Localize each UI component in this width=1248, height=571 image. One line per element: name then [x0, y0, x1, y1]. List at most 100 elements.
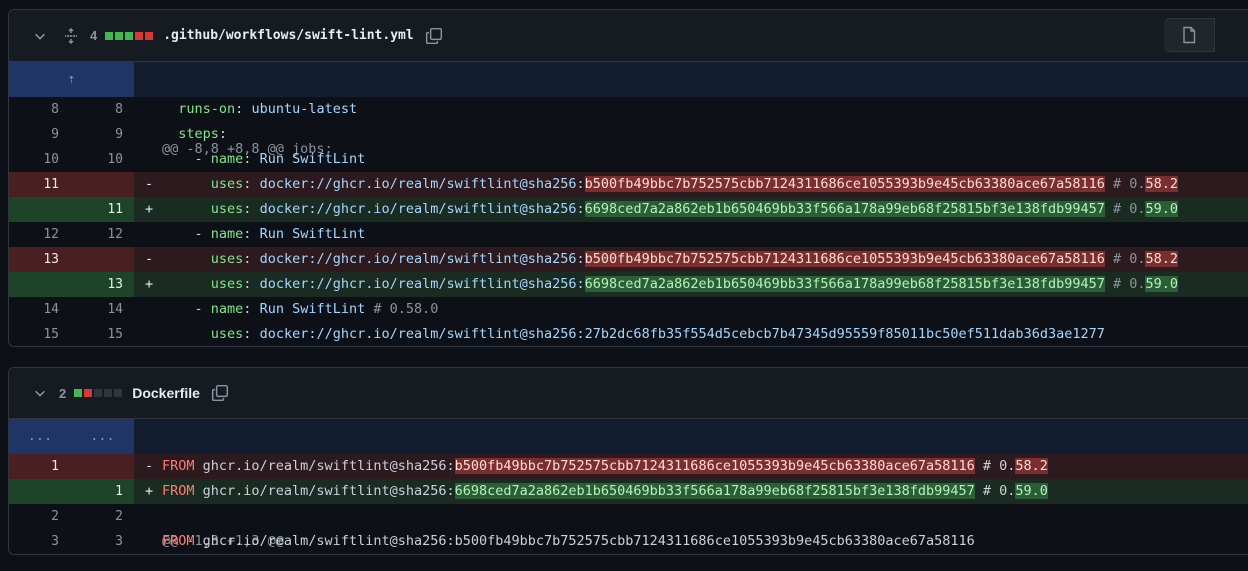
line-code: uses: docker://ghcr.io/realm/swiftlint@s… — [162, 197, 1178, 222]
diff-line: 1 + FROM ghcr.io/realm/swiftlint@sha256:66… — [9, 479, 1248, 504]
new-line-number[interactable]: 12 — [75, 222, 123, 247]
sha-hash: b500fb49bbc7b752575cbb7124311686ce105539… — [584, 176, 1105, 192]
new-line-number[interactable]: 3 — [75, 529, 123, 554]
change-count: 4 — [90, 28, 98, 43]
old-line-number[interactable]: 12 — [11, 222, 59, 247]
line-code: uses: docker://ghcr.io/realm/swiftlint@s… — [162, 322, 1105, 346]
expand-up-icon[interactable]: ⇡ — [9, 62, 134, 97]
yaml-sep: : — [218, 126, 228, 142]
version: 59.0 — [1145, 276, 1178, 292]
image-ref: ghcr.io/realm/swiftlint@sha256:b500fb49b… — [194, 533, 975, 549]
diff-line: 88 runs-on: ubuntu-latest — [9, 97, 1248, 122]
copy-icon[interactable] — [210, 383, 230, 403]
diffstat-blocks — [105, 31, 154, 40]
copy-icon[interactable] — [424, 26, 444, 46]
yaml-value: Run SwiftLint — [259, 226, 366, 242]
file-name[interactable]: .github/workflows/swift-lint.yml — [163, 28, 413, 43]
expand-all-icon[interactable] — [63, 27, 79, 44]
version: 58.2 — [1145, 176, 1178, 192]
diff-line: 99 steps: — [9, 122, 1248, 147]
image-ref: ghcr.io/realm/swiftlint@sha256: — [194, 458, 455, 474]
file-name[interactable]: Dockerfile — [132, 385, 200, 401]
docker-keyword: FROM — [162, 483, 195, 499]
yaml-sep: : — [235, 101, 252, 117]
expand-up-button[interactable]: ... — [9, 419, 71, 454]
sha-hash: 6698ced7a2a862eb1b650469bb33f566a178a99e… — [584, 276, 1105, 292]
yaml-value: ubuntu-latest — [251, 101, 358, 117]
new-line-number[interactable]: 1 — [75, 479, 123, 504]
sha-hash: 6698ced7a2a862eb1b650469bb33f566a178a99e… — [454, 483, 975, 499]
diff-line: 11 - uses: docker://ghcr.io/realm/swiftli… — [9, 172, 1248, 197]
diff-sign: - — [145, 176, 154, 192]
line-code: runs-on: ubuntu-latest — [162, 97, 357, 122]
old-line-number[interactable]: 11 — [11, 172, 59, 197]
old-line-number[interactable]: 8 — [11, 97, 59, 122]
new-line-number[interactable]: 15 — [75, 322, 123, 346]
old-line-number[interactable]: 10 — [11, 147, 59, 172]
docker-keyword: FROM — [162, 533, 195, 549]
old-line-number[interactable]: 14 — [11, 297, 59, 322]
old-line-number[interactable]: 9 — [11, 122, 59, 147]
change-count: 2 — [59, 385, 67, 401]
diff-line: 3 3 FROM ghcr.io/realm/swiftlint@sha256:b5… — [9, 529, 1248, 554]
comment: # 0. — [1104, 176, 1146, 192]
new-line-number[interactable]: 11 — [75, 197, 123, 222]
diff-line: 1 - FROM ghcr.io/realm/swiftlint@sha256:b5… — [9, 454, 1248, 479]
diff-line: 11 + uses: docker://ghcr.io/realm/swiftli… — [9, 197, 1248, 222]
new-line-number[interactable]: 13 — [75, 272, 123, 297]
version: 58.2 — [1145, 251, 1178, 267]
old-line-number[interactable]: 1 — [11, 454, 59, 479]
version: 58.2 — [1015, 458, 1048, 474]
diff-line: 15 15 uses: docker://ghcr.io/realm/swiftl… — [9, 322, 1248, 346]
yaml-sep: : — [243, 251, 260, 267]
diff-lines: 88 runs-on: ubuntu-latest 9 9 steps: 10 10 -… — [9, 97, 1248, 346]
indent: - — [162, 226, 211, 242]
diff-line: 22 — [9, 504, 1248, 529]
hunk-header: ⇡ @@ -8,8 +8,8 @@ jobs: — [9, 62, 1248, 157]
diff-line: 13 - uses: docker://ghcr.io/realm/swiftli… — [9, 247, 1248, 272]
diffstat-block — [84, 389, 93, 397]
yaml-sep: : — [243, 151, 260, 167]
yaml-value: Run SwiftLint — [259, 151, 366, 167]
new-line-number[interactable]: 9 — [75, 122, 123, 147]
diff-sign: + — [145, 276, 154, 292]
new-line-number[interactable]: 2 — [75, 504, 123, 529]
old-line-number[interactable]: 2 — [11, 504, 59, 529]
old-line-number[interactable]: 15 — [11, 322, 59, 346]
sha-hash: b500fb49bbc7b752575cbb7124311686ce105539… — [584, 251, 1105, 267]
diff-line: 12 12 - name: Run SwiftLint — [9, 222, 1248, 247]
diffstat-block — [125, 31, 134, 40]
file-header: 4 .github/workflows/swift-lint.yml — [9, 10, 1248, 62]
image-ref: ghcr.io/realm/swiftlint@sha256: — [194, 483, 455, 499]
yaml-sep: : — [243, 301, 260, 317]
diffstat-block — [114, 389, 123, 397]
expand-down-button[interactable]: ... — [71, 419, 134, 454]
diff-line: 13 + uses: docker://ghcr.io/realm/swiftli… — [9, 272, 1248, 297]
yaml-key: uses — [210, 251, 244, 267]
yaml-value: Run SwiftLint — [259, 301, 366, 317]
new-line-number[interactable]: 14 — [75, 297, 123, 322]
comment: # 0. — [974, 458, 1016, 474]
chevron-down-icon[interactable] — [33, 386, 47, 400]
comment: # 0. — [1104, 251, 1146, 267]
file-view-button[interactable] — [1164, 18, 1215, 52]
diff-file-swift-lint: 4 .github/workflows/swift-lint.yml ⇡ @@ … — [8, 9, 1248, 347]
hunk-header: ... ... @@ -1,3 +1,3 @@ — [9, 419, 1248, 549]
diffstat-block — [94, 389, 103, 397]
sha-hash: b500fb49bbc7b752575cbb7124311686ce105539… — [454, 458, 975, 474]
old-line-number[interactable]: 13 — [11, 247, 59, 272]
sha-hash: 6698ced7a2a862eb1b650469bb33f566a178a99e… — [584, 201, 1105, 217]
diffstat-block — [104, 389, 113, 397]
new-line-number[interactable]: 10 — [75, 147, 123, 172]
diffstat-block — [115, 31, 124, 40]
chevron-down-icon[interactable] — [33, 29, 47, 43]
yaml-key: name — [210, 226, 244, 242]
line-code: uses: docker://ghcr.io/realm/swiftlint@s… — [162, 172, 1178, 197]
new-line-number[interactable]: 8 — [75, 97, 123, 122]
old-line-number[interactable]: 3 — [11, 529, 59, 554]
yaml-sep: : — [243, 201, 260, 217]
